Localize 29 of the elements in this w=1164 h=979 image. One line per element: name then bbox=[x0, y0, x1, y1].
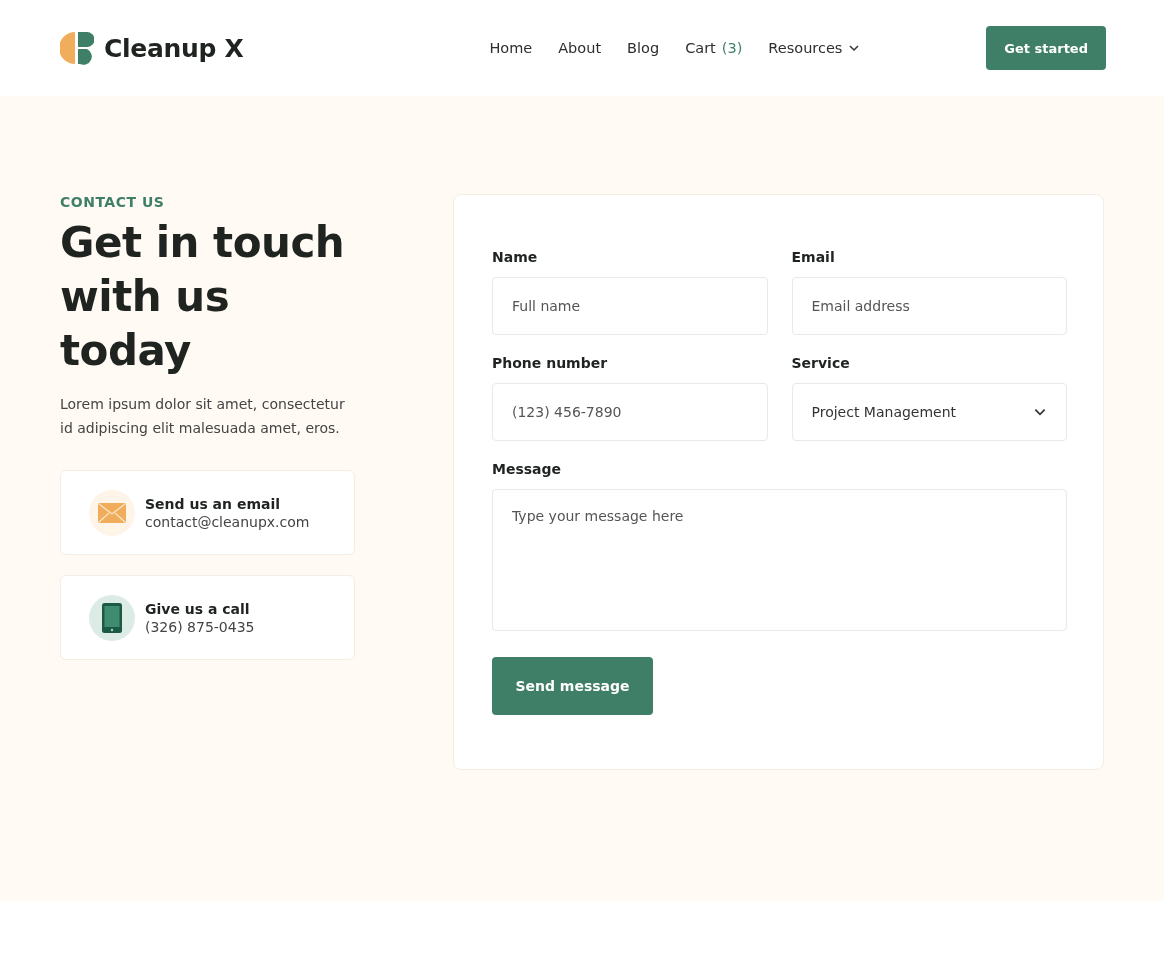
envelope-icon bbox=[98, 502, 126, 523]
field-label: Email bbox=[791, 249, 836, 265]
nav-link[interactable]: Resources bbox=[768, 40, 861, 56]
nav-link[interactable]: About bbox=[558, 40, 602, 56]
logo-text: Cleanup X bbox=[104, 33, 244, 63]
message-input-field[interactable]: Type your message here bbox=[492, 489, 1067, 631]
card-title: Give us a call bbox=[145, 600, 251, 617]
intro-text: Lorem ipsum dolor sit amet, consectetur id adipiscing elit malesuada amet, eros. bbox=[60, 395, 346, 438]
text-input-field[interactable]: Email address bbox=[791, 277, 1067, 335]
nav-link[interactable]: Cart (3) bbox=[685, 40, 743, 56]
field-label: Service bbox=[791, 355, 851, 371]
nav-link[interactable]: Home bbox=[489, 40, 533, 56]
field-label: Name bbox=[492, 249, 539, 265]
get-started-button[interactable]: Get started bbox=[986, 26, 1106, 70]
text-input-field[interactable]: Full name bbox=[492, 277, 768, 335]
logo-icon bbox=[60, 31, 94, 65]
heading: Get in touch with us today bbox=[60, 217, 346, 377]
text-input-field[interactable]: (123) 456-7890 bbox=[492, 383, 768, 441]
service-select-field[interactable]: Project Management bbox=[791, 383, 1067, 441]
nav-link[interactable]: Blog bbox=[627, 40, 660, 56]
field-label: Message bbox=[492, 461, 563, 477]
chevron-down-icon bbox=[848, 42, 861, 54]
card-detail: (326) 875-0435 bbox=[145, 618, 255, 635]
send-message-button[interactable]: Send message bbox=[492, 657, 653, 715]
eyebrow-text: CONTACT US bbox=[60, 194, 166, 210]
phone-icon bbox=[102, 602, 122, 633]
card-title: Send us an email bbox=[145, 495, 282, 512]
card-detail: contact@cleanupx.com bbox=[145, 513, 310, 530]
field-label: Phone number bbox=[492, 355, 609, 371]
